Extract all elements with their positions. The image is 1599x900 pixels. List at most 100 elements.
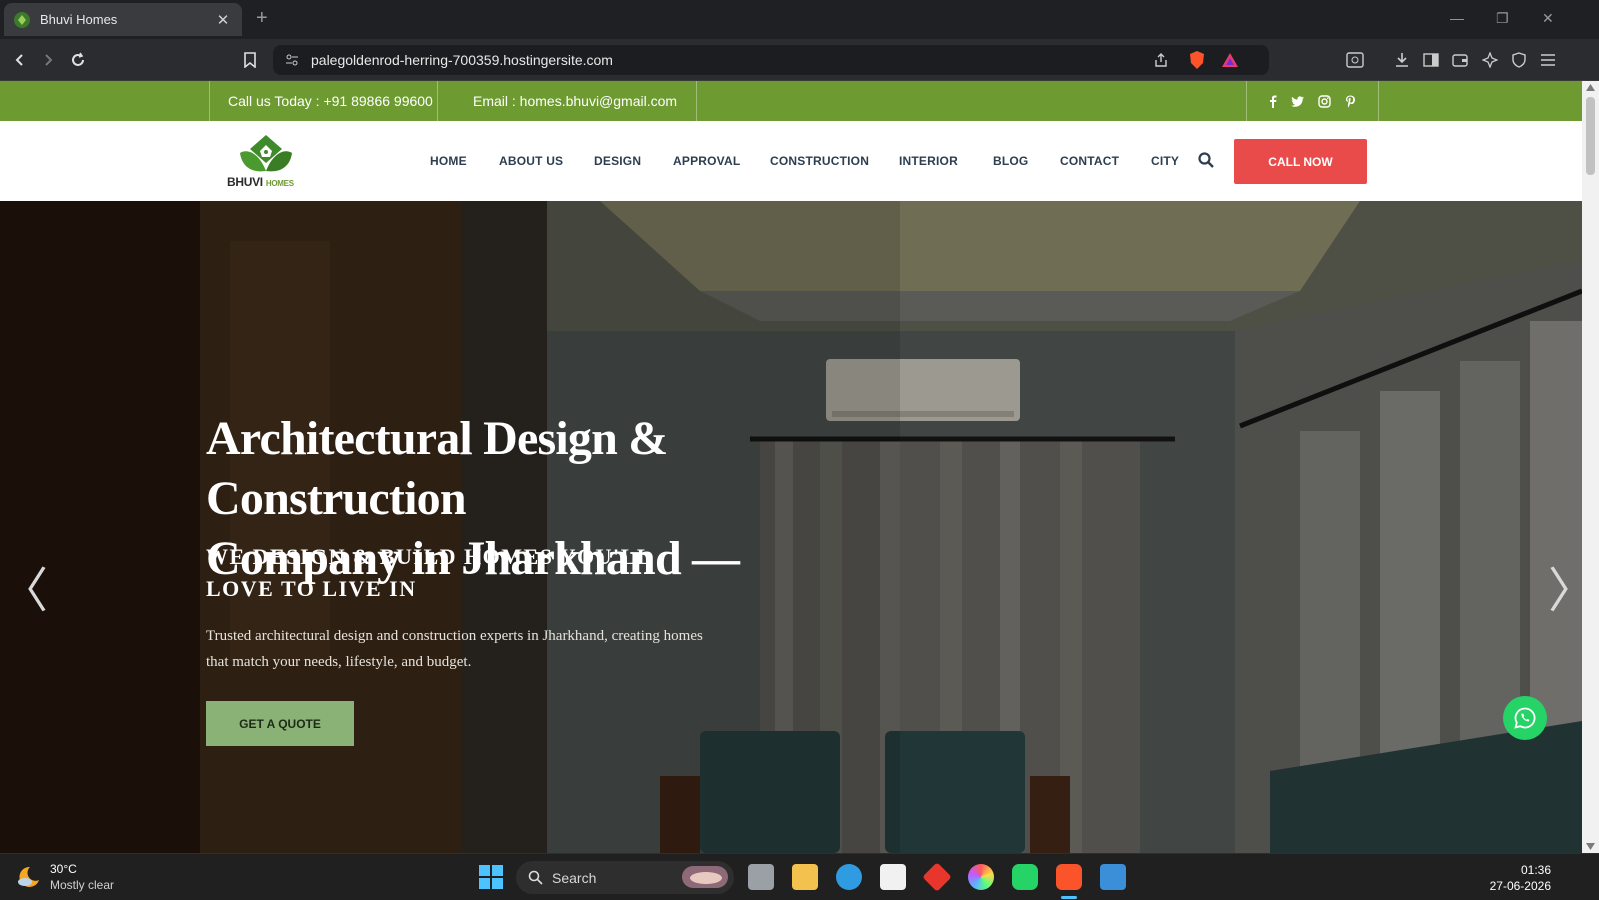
brave-browser-icon[interactable] (1056, 864, 1082, 890)
reload-button[interactable] (66, 48, 90, 72)
share-icon[interactable] (1153, 52, 1169, 68)
nav-interior[interactable]: INTERIOR (899, 154, 958, 168)
color-app-icon[interactable] (968, 864, 994, 890)
email-text: Email : homes.bhuvi@gmail.com (473, 93, 678, 109)
logo-main-text: BHUVI (227, 175, 263, 189)
vpn-button[interactable] (1507, 48, 1531, 72)
facebook-icon[interactable] (1269, 95, 1277, 108)
url-text: palegoldenrod-herring-700359.hostingersi… (311, 52, 613, 68)
shield-icon (1512, 52, 1526, 68)
weather-temperature[interactable]: 30°C (50, 862, 77, 876)
taskbar-search-box[interactable]: Search (516, 861, 734, 894)
instagram-icon[interactable] (1318, 94, 1331, 108)
reader-mode-icon (1346, 52, 1364, 68)
browser-tab[interactable]: Bhuvi Homes ✕ (4, 3, 242, 36)
clock-time: 01:36 (1520, 863, 1551, 877)
windows-taskbar: 30°C Mostly clear Search 01:36 27-06-202… (0, 853, 1599, 900)
menu-button[interactable] (1536, 48, 1560, 72)
phone-info[interactable]: Call us Today : +91 89866 99600 (209, 81, 437, 121)
back-button[interactable] (8, 48, 32, 72)
brave-shields-icon[interactable] (1188, 50, 1206, 70)
hero-description-line-2: that match your needs, lifestyle, and bu… (206, 654, 472, 670)
wallet-button[interactable] (1448, 48, 1472, 72)
nav-home[interactable]: HOME (430, 154, 467, 168)
nav-design[interactable]: DESIGN (594, 154, 641, 168)
minimize-button[interactable]: — (1450, 10, 1464, 26)
windows-start-icon[interactable] (479, 865, 503, 889)
nav-blog[interactable]: BLOG (993, 154, 1028, 168)
bookmark-button[interactable] (238, 48, 262, 72)
sparkle-icon (1482, 52, 1498, 68)
main-navbar: BHUVI HOMES HOME ABOUT US DESIGN APPROVA… (0, 121, 1582, 201)
leo-ai-button[interactable] (1478, 48, 1502, 72)
twitter-icon[interactable] (1291, 95, 1304, 107)
edge-browser-icon[interactable] (836, 864, 862, 890)
logo-small-text: HOMES (265, 179, 294, 188)
close-window-button[interactable]: ✕ (1542, 10, 1554, 27)
website-viewport: Call us Today : +91 89866 99600 Email : … (0, 81, 1582, 853)
downloads-button[interactable] (1390, 48, 1414, 72)
nav-city[interactable]: CITY (1151, 154, 1179, 168)
bookmark-icon (244, 52, 256, 68)
pinterest-icon[interactable] (1345, 95, 1356, 108)
anydesk-icon[interactable] (922, 862, 952, 892)
taskbar-search-text: Search (552, 869, 597, 886)
hero-description: Trusted architectural design and constru… (206, 623, 736, 675)
hero-subtitle: WE DESIGN & BUILD HOMES YOU'LL LOVE TO L… (206, 541, 666, 605)
get-a-quote-button[interactable]: GET A QUOTE (206, 701, 354, 746)
nav-contact[interactable]: CONTACT (1060, 154, 1119, 168)
whatsapp-button[interactable] (1503, 696, 1547, 740)
clock-date: 27-06-2026 (1489, 879, 1551, 893)
browser-tab-bar: Bhuvi Homes ✕ + — ❐ ✕ (0, 0, 1599, 39)
reload-icon (72, 52, 84, 66)
hamburger-menu-icon (1541, 54, 1555, 66)
microsoft-store-icon[interactable] (880, 864, 906, 890)
tab-close-icon[interactable]: ✕ (214, 11, 232, 29)
brave-rewards-icon[interactable] (1221, 52, 1239, 68)
call-now-button[interactable]: CALL NOW (1234, 139, 1367, 184)
back-arrow-icon (15, 54, 23, 66)
weather-moon-cloud-icon[interactable] (16, 864, 42, 890)
search-icon[interactable] (1198, 152, 1214, 168)
scroll-up-icon[interactable] (1586, 84, 1595, 91)
reader-mode-button[interactable] (1343, 48, 1367, 72)
logo-wordmark: BHUVI HOMES (227, 175, 294, 189)
download-icon (1396, 53, 1408, 67)
nav-approval[interactable]: APPROVAL (673, 154, 740, 168)
nav-about-us[interactable]: ABOUT US (499, 154, 563, 168)
restore-button[interactable]: ❐ (1496, 10, 1509, 27)
active-app-indicator (1061, 896, 1077, 899)
hero-subtitle-line-2: LOVE TO LIVE IN (206, 576, 417, 601)
slider-prev-arrow[interactable]: 〈 (0, 551, 48, 621)
scrollbar-thumb[interactable] (1586, 97, 1595, 175)
forward-button[interactable] (36, 48, 60, 72)
phone-text: Call us Today : +91 89866 99600 (228, 93, 433, 109)
address-bar[interactable]: palegoldenrod-herring-700359.hostingersi… (273, 45, 1269, 75)
wallet-icon (1452, 54, 1468, 67)
hero-title-line-1: Architectural Design & Construction (206, 412, 668, 525)
social-links (1246, 81, 1379, 121)
email-info[interactable]: Email : homes.bhuvi@gmail.com (437, 81, 697, 121)
weather-description[interactable]: Mostly clear (50, 878, 114, 892)
tab-title: Bhuvi Homes (40, 12, 118, 27)
file-explorer-icon[interactable] (792, 864, 818, 890)
whatsapp-taskbar-icon[interactable] (1012, 864, 1038, 890)
task-view-icon[interactable] (748, 864, 774, 890)
new-tab-button[interactable]: + (256, 8, 268, 28)
sidebar-button[interactable] (1419, 48, 1443, 72)
browser-toolbar: palegoldenrod-herring-700359.hostingersi… (0, 39, 1599, 81)
nav-construction[interactable]: CONSTRUCTION (770, 154, 869, 168)
notepad-icon[interactable] (1100, 864, 1126, 890)
hero-description-line-1: Trusted architectural design and constru… (206, 628, 703, 644)
whatsapp-icon (1514, 707, 1536, 729)
taskbar-search-icon (528, 870, 543, 885)
page-scrollbar[interactable] (1582, 81, 1599, 853)
search-highlight-image-icon (682, 866, 728, 888)
scroll-down-icon[interactable] (1586, 843, 1595, 850)
slider-next-arrow[interactable]: 〉 (1548, 551, 1582, 621)
hero-slider: 〈 〉 Architectural Design & Construction … (0, 201, 1582, 853)
taskbar-clock[interactable]: 01:36 27-06-2026 (1490, 862, 1551, 894)
site-favicon-icon (14, 11, 30, 28)
sidebar-icon (1423, 53, 1439, 67)
site-info-icon[interactable] (285, 53, 299, 67)
